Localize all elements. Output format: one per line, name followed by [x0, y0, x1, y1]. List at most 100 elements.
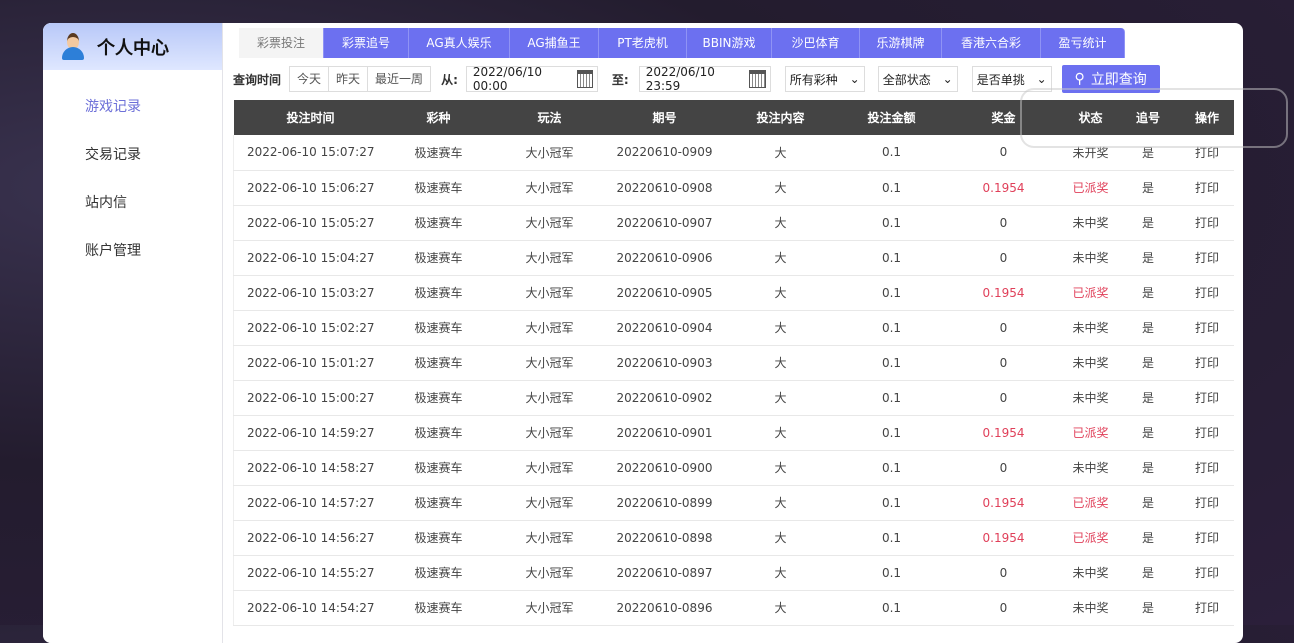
status-cell: 未中奖	[1065, 450, 1116, 486]
calendar-icon[interactable]	[576, 70, 593, 88]
today-button[interactable]: 今天	[289, 66, 330, 92]
issue-cell: 20220610-0900	[609, 450, 720, 486]
table-row: 2022-06-10 14:54:27 极速赛车 大小冠军 20220610-0896…	[233, 590, 1234, 626]
column-header: 操作	[1180, 100, 1234, 135]
search-button[interactable]: ⚲ 立即查询	[1061, 65, 1160, 93]
issue-cell: 20220610-0897	[609, 555, 720, 591]
tab-hk-mark-six[interactable]: 香港六合彩	[942, 28, 1041, 58]
to-date-input[interactable]: 2022/06/10 23:59	[638, 65, 771, 93]
lottery-cell: 极速赛车	[387, 590, 490, 626]
play-type-cell: 大小冠军	[489, 520, 610, 556]
play-type-cell: 大小冠军	[489, 135, 610, 171]
action-cell[interactable]: 打印	[1180, 135, 1234, 171]
play-type-cell: 大小冠军	[489, 205, 610, 241]
sidebar-item-account[interactable]: 账户管理	[43, 226, 222, 274]
action-cell[interactable]: 打印	[1180, 310, 1234, 346]
status-cell: 未中奖	[1065, 240, 1116, 276]
chase-cell: 是	[1115, 310, 1181, 346]
bet-time-cell: 2022-06-10 14:54:27	[233, 590, 388, 626]
action-cell[interactable]: 打印	[1180, 345, 1234, 381]
yesterday-button[interactable]: 昨天	[328, 66, 369, 92]
issue-cell: 20220610-0896	[609, 590, 720, 626]
lottery-type-value: 所有彩种	[789, 72, 838, 87]
bet-time-cell: 2022-06-10 15:00:27	[233, 380, 388, 416]
action-cell[interactable]: 打印	[1180, 275, 1234, 311]
prize-cell: 0	[941, 590, 1066, 626]
prize-cell: 0.1954	[941, 415, 1066, 451]
chase-cell: 是	[1115, 240, 1181, 276]
bet-amount-cell: 0.1	[841, 275, 942, 311]
bet-content-cell: 大	[719, 205, 842, 241]
sidebar-item-transactions[interactable]: 交易记录	[43, 130, 222, 178]
status-select[interactable]: 全部状态 ⌄	[877, 66, 958, 92]
chase-cell: 是	[1115, 345, 1181, 381]
sidebar-item-game-records[interactable]: 游戏记录	[43, 82, 222, 130]
tab-bbin[interactable]: BBIN游戏	[687, 28, 772, 58]
bet-amount-cell: 0.1	[841, 310, 942, 346]
bet-time-cell: 2022-06-10 14:55:27	[233, 555, 388, 591]
prize-cell: 0.1954	[941, 485, 1066, 521]
chase-cell: 是	[1115, 415, 1181, 451]
bet-amount-cell: 0.1	[841, 170, 942, 206]
tab-lottery-bets[interactable]: 彩票投注	[239, 28, 324, 58]
lottery-type-select[interactable]: 所有彩种 ⌄	[784, 66, 865, 92]
bet-amount-cell: 0.1	[841, 380, 942, 416]
sidebar-header: 个人中心	[43, 23, 222, 70]
bet-amount-cell: 0.1	[841, 415, 942, 451]
bet-content-cell: 大	[719, 415, 842, 451]
tab-ag-fishing[interactable]: AG捕鱼王	[510, 28, 599, 58]
prize-cell: 0.1954	[941, 520, 1066, 556]
last-week-button[interactable]: 最近一周	[367, 66, 432, 92]
single-value: 是否单挑	[976, 72, 1025, 87]
lottery-cell: 极速赛车	[387, 450, 490, 486]
action-cell[interactable]: 打印	[1180, 555, 1234, 591]
action-cell[interactable]: 打印	[1180, 450, 1234, 486]
play-type-cell: 大小冠军	[489, 590, 610, 626]
bet-content-cell: 大	[719, 345, 842, 381]
bet-content-cell: 大	[719, 275, 842, 311]
single-select[interactable]: 是否单挑 ⌄	[971, 66, 1052, 92]
from-date-input[interactable]: 2022/06/10 00:00	[465, 65, 598, 93]
bet-time-cell: 2022-06-10 15:05:27	[233, 205, 388, 241]
tab-leyou-chess[interactable]: 乐游棋牌	[860, 28, 942, 58]
tab-profit-loss[interactable]: 盈亏统计	[1041, 28, 1125, 58]
lottery-cell: 极速赛车	[387, 170, 490, 206]
bet-content-cell: 大	[719, 170, 842, 206]
issue-cell: 20220610-0905	[609, 275, 720, 311]
status-cell: 已派奖	[1065, 170, 1116, 206]
status-cell: 已派奖	[1065, 520, 1116, 556]
tab-pt-slots[interactable]: PT老虎机	[599, 28, 687, 58]
table-header-row: 投注时间 彩种 玩法 期号 投注内容 投注金额 奖金 状态 追号 操作	[233, 100, 1234, 135]
status-cell: 未中奖	[1065, 555, 1116, 591]
bet-amount-cell: 0.1	[841, 240, 942, 276]
tab-lottery-chase[interactable]: 彩票追号	[324, 28, 409, 58]
action-cell[interactable]: 打印	[1180, 415, 1234, 451]
action-cell[interactable]: 打印	[1180, 205, 1234, 241]
prize-cell: 0	[941, 345, 1066, 381]
tab-ag-live[interactable]: AG真人娱乐	[409, 28, 510, 58]
issue-cell: 20220610-0906	[609, 240, 720, 276]
action-cell[interactable]: 打印	[1180, 590, 1234, 626]
tab-saba-sports[interactable]: 沙巴体育	[772, 28, 860, 58]
sidebar-item-messages[interactable]: 站内信	[43, 178, 222, 226]
column-header: 追号	[1115, 100, 1181, 135]
search-icon: ⚲	[1074, 71, 1085, 87]
table-row: 2022-06-10 15:01:27 极速赛车 大小冠军 20220610-0903…	[233, 345, 1234, 381]
action-cell[interactable]: 打印	[1180, 380, 1234, 416]
play-type-cell: 大小冠军	[489, 275, 610, 311]
table-row: 2022-06-10 15:02:27 极速赛车 大小冠军 20220610-0904…	[233, 310, 1234, 346]
action-cell[interactable]: 打印	[1180, 170, 1234, 206]
lottery-cell: 极速赛车	[387, 345, 490, 381]
action-cell[interactable]: 打印	[1180, 485, 1234, 521]
calendar-icon[interactable]	[749, 70, 766, 88]
status-cell: 未中奖	[1065, 205, 1116, 241]
chase-cell: 是	[1115, 555, 1181, 591]
lottery-cell: 极速赛车	[387, 310, 490, 346]
bet-content-cell: 大	[719, 555, 842, 591]
bet-amount-cell: 0.1	[841, 485, 942, 521]
issue-cell: 20220610-0908	[609, 170, 720, 206]
lottery-cell: 极速赛车	[387, 205, 490, 241]
action-cell[interactable]: 打印	[1180, 520, 1234, 556]
action-cell[interactable]: 打印	[1180, 240, 1234, 276]
column-header: 状态	[1065, 100, 1116, 135]
